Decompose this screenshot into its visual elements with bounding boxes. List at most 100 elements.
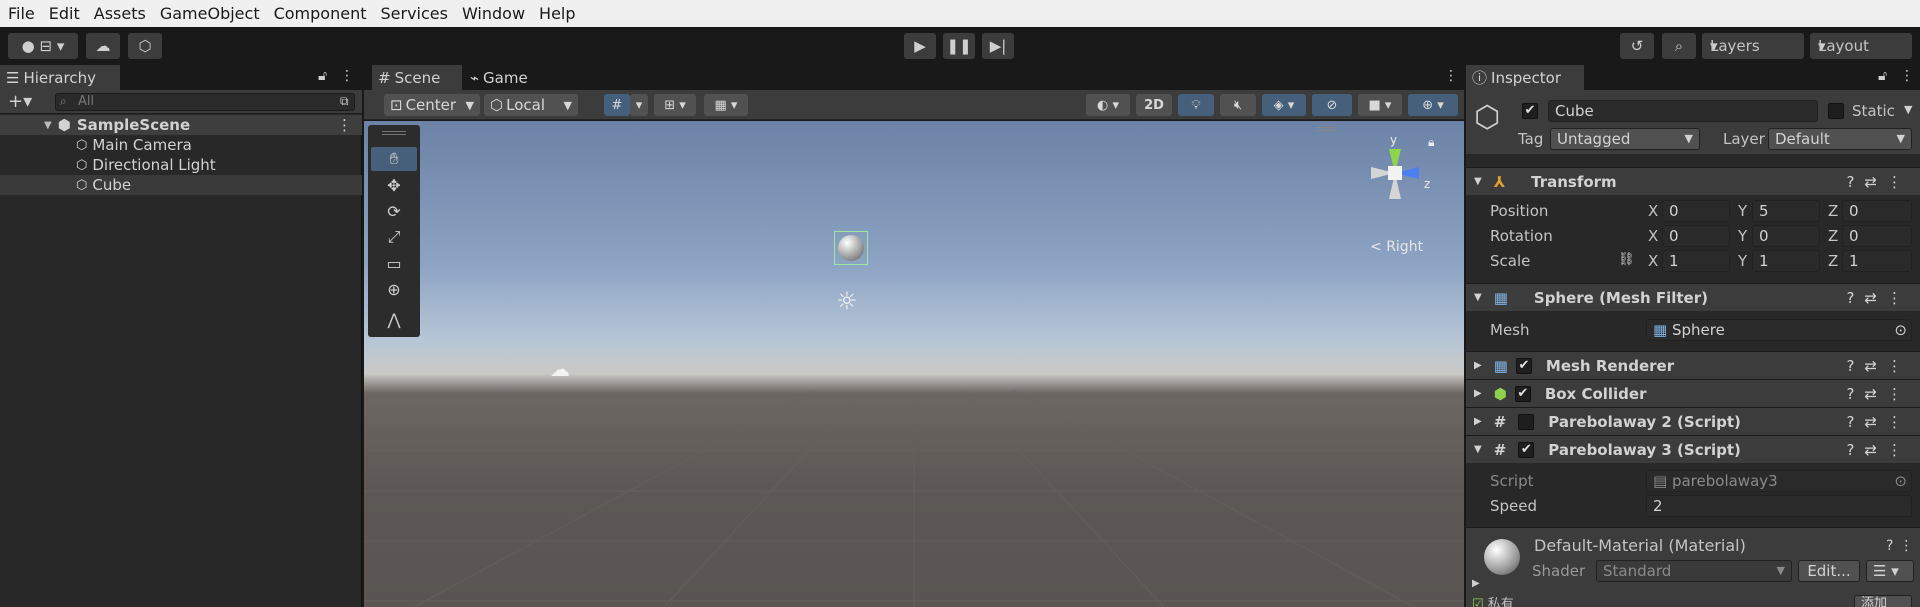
mesh-renderer-enabled-checkbox[interactable]: ✔: [1515, 357, 1532, 374]
expand-arrow-icon[interactable]: ▼: [1474, 444, 1482, 455]
scene-menu-icon[interactable]: ⋮: [337, 116, 352, 134]
grid-visibility-icon[interactable]: ▦ ▾: [704, 94, 748, 116]
lock-icon[interactable]: 🔓︎: [1878, 68, 1887, 84]
add-button[interactable]: 添加: [1854, 595, 1912, 607]
object-picker-icon[interactable]: ⊙: [1894, 320, 1907, 340]
component-actions-icon[interactable]: ?⇄⋮: [1846, 357, 1912, 375]
menu-services[interactable]: Services: [378, 4, 449, 23]
mesh-renderer-header[interactable]: ▶ ▦ ✔ Mesh Renderer ?⇄⋮: [1466, 351, 1920, 379]
scale-y-field[interactable]: 1: [1752, 250, 1820, 272]
expand-arrow-icon[interactable]: ▶: [1474, 416, 1482, 427]
rotation-y-field[interactable]: 0: [1752, 225, 1820, 247]
gizmos-icon[interactable]: ⊕ ▾: [1408, 94, 1458, 116]
script2-enabled-checkbox[interactable]: [1518, 413, 1535, 430]
shader-edit-button[interactable]: Edit...: [1798, 560, 1860, 582]
scene-viewport[interactable]: ✋︎ ✥ ⟳ ⤢ ▭ ⊕ ⋀ ☼ ☁ 🔒︎ y z < Right: [364, 121, 1464, 607]
scene-row[interactable]: ▼ ⬢ SampleScene ⋮: [0, 115, 362, 135]
more-icon[interactable]: ⋮: [1900, 68, 1914, 84]
rotate-tool-icon[interactable]: ⟳: [371, 199, 417, 223]
component-actions-icon[interactable]: ?⇄⋮: [1846, 441, 1912, 459]
position-x-field[interactable]: 0: [1662, 200, 1730, 222]
filter-icon[interactable]: ⧉: [340, 94, 349, 109]
search-button[interactable]: ⌕: [1662, 33, 1696, 59]
component-actions-icon[interactable]: ?⇄⋮: [1846, 385, 1912, 403]
expand-arrow-icon[interactable]: ▼: [1474, 176, 1482, 187]
tab-inspector[interactable]: ⓘ Inspector: [1466, 65, 1584, 90]
scale-x-field[interactable]: 1: [1662, 250, 1730, 272]
rect-tool-icon[interactable]: ▭: [371, 251, 417, 275]
gizmo-handle-icon[interactable]: [1316, 127, 1336, 131]
drag-handle-icon[interactable]: [382, 131, 406, 135]
transform-header[interactable]: ▼ ⅄ Transform ?⇄⋮: [1466, 167, 1920, 195]
private-toggle[interactable]: ☑ 私有: [1472, 593, 1514, 607]
script3-enabled-checkbox[interactable]: ✔: [1518, 441, 1535, 458]
hierarchy-search-input[interactable]: All: [55, 93, 355, 111]
box-collider-enabled-checkbox[interactable]: ✔: [1514, 385, 1531, 402]
menu-gameobject[interactable]: GameObject: [158, 4, 262, 23]
layout-dropdown[interactable]: Layout ▾: [1810, 33, 1912, 59]
hand-tool-icon[interactable]: ✋︎: [371, 147, 417, 171]
layers-dropdown[interactable]: Layers ▾: [1702, 33, 1804, 59]
play-button[interactable]: ▶: [904, 33, 936, 59]
hierarchy-item-main-camera[interactable]: ⬡ Main Camera: [0, 135, 362, 155]
pause-button[interactable]: ❚❚: [943, 33, 975, 59]
view-orientation-label[interactable]: < Right: [1370, 239, 1423, 255]
component-actions-icon[interactable]: ?⇄⋮: [1846, 413, 1912, 431]
tab-game[interactable]: ⌁ Game: [464, 65, 544, 90]
transform-tool-icon[interactable]: ⊕: [371, 277, 417, 301]
expand-arrow-icon[interactable]: ▼: [44, 120, 52, 131]
space-dropdown[interactable]: ⬡ Local ▼: [484, 94, 578, 116]
static-checkbox[interactable]: [1828, 103, 1844, 119]
audio-icon[interactable]: 🔇︎: [1220, 94, 1256, 116]
speed-field[interactable]: 2: [1646, 495, 1912, 517]
active-checkbox[interactable]: ✔: [1522, 103, 1538, 119]
chevron-down-icon[interactable]: ▾: [630, 94, 648, 116]
effects-icon[interactable]: ◈ ▾: [1262, 94, 1306, 116]
script3-header[interactable]: ▼ # ✔ Parebolaway 3 (Script) ?⇄⋮: [1466, 435, 1920, 463]
position-z-field[interactable]: 0: [1842, 200, 1912, 222]
move-tool-icon[interactable]: ✥: [371, 173, 417, 197]
lighting-icon[interactable]: 💡︎: [1178, 94, 1214, 116]
more-icon[interactable]: ⋮: [1444, 68, 1458, 84]
expand-arrow-icon[interactable]: ▼: [1474, 292, 1482, 303]
tab-hierarchy[interactable]: ☰ Hierarchy: [0, 65, 120, 90]
shader-options-dropdown[interactable]: ☰ ▾: [1866, 560, 1914, 582]
account-button[interactable]: ● ⊟ ▾: [8, 33, 78, 59]
script2-header[interactable]: ▶ # Parebolaway 2 (Script) ?⇄⋮: [1466, 407, 1920, 435]
custom-tool-icon[interactable]: ⋀: [371, 307, 417, 331]
layer-dropdown[interactable]: Default ▼: [1768, 128, 1912, 150]
component-actions-icon[interactable]: ?⇄⋮: [1846, 173, 1912, 191]
cloud-button[interactable]: ☁: [86, 33, 120, 59]
orientation-gizmo[interactable]: [1355, 135, 1435, 225]
menu-assets[interactable]: Assets: [92, 4, 148, 23]
component-actions-icon[interactable]: ?⋮: [1886, 538, 1919, 554]
scale-tool-icon[interactable]: ⤢: [371, 225, 417, 249]
more-icon[interactable]: ⋮: [340, 68, 354, 84]
light-icon[interactable]: ☼: [836, 287, 858, 315]
component-actions-icon[interactable]: ?⇄⋮: [1846, 289, 1912, 307]
expand-arrow-icon[interactable]: ▶: [1474, 388, 1482, 399]
add-icon[interactable]: +▾: [8, 91, 32, 112]
menu-file[interactable]: File: [6, 4, 37, 23]
draw-mode-icon[interactable]: ◐ ▾: [1086, 94, 1130, 116]
pivot-dropdown[interactable]: ⊡ Center ▼: [384, 94, 480, 116]
chevron-down-icon[interactable]: ▼: [1904, 103, 1912, 116]
tab-scene[interactable]: # Scene: [372, 65, 462, 90]
lock-icon[interactable]: 🔓︎: [318, 68, 327, 84]
rotation-z-field[interactable]: 0: [1842, 225, 1912, 247]
menu-edit[interactable]: Edit: [47, 4, 82, 23]
shader-dropdown[interactable]: Standard ▼: [1596, 560, 1792, 582]
expand-arrow-icon[interactable]: ▶: [1472, 578, 1480, 589]
camera-icon[interactable]: ■ ▾: [1358, 94, 1402, 116]
tag-dropdown[interactable]: Untagged ▼: [1550, 128, 1700, 150]
object-name-field[interactable]: Cube: [1548, 100, 1818, 122]
menu-help[interactable]: Help: [537, 4, 577, 23]
camera-gizmo-icon[interactable]: ☁: [550, 357, 570, 381]
mesh-filter-header[interactable]: ▼ ▦ Sphere (Mesh Filter) ?⇄⋮: [1466, 283, 1920, 311]
hierarchy-item-directional-light[interactable]: ⬡ Directional Light: [0, 155, 362, 175]
expand-arrow-icon[interactable]: ▶: [1474, 360, 1482, 371]
constrain-proportions-icon[interactable]: ⛓: [1618, 252, 1635, 267]
hierarchy-item-cube[interactable]: ⬡ Cube: [0, 175, 362, 195]
collab-button[interactable]: ⬡: [128, 33, 162, 59]
menu-component[interactable]: Component: [272, 4, 369, 23]
